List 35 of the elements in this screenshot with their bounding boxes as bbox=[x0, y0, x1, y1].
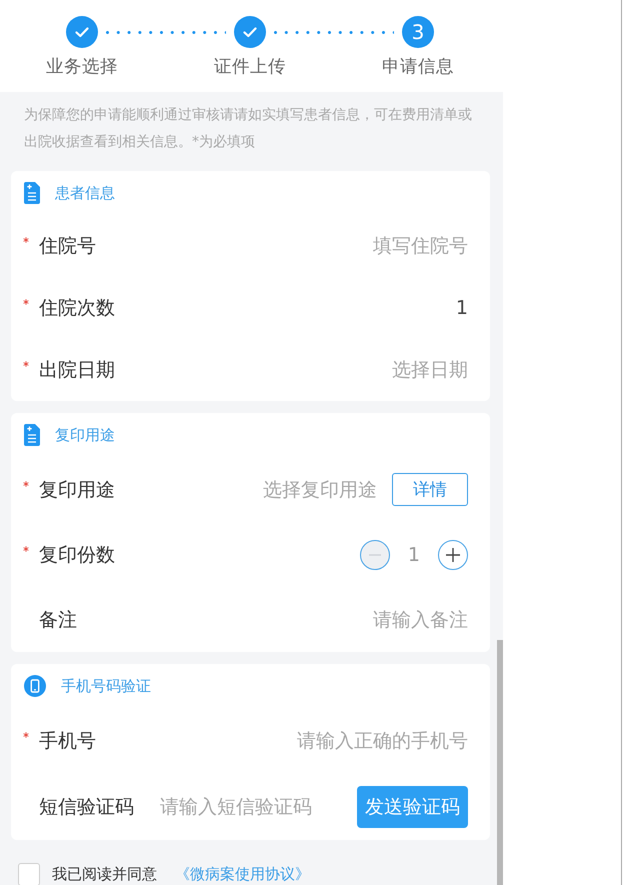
input-field[interactable]: 请输入备注 bbox=[371, 606, 468, 634]
document-icon bbox=[24, 182, 40, 204]
agreement-text: 我已阅读并同意 bbox=[52, 865, 157, 884]
increment-button[interactable] bbox=[438, 540, 468, 570]
agreement-link[interactable]: 《微病案使用协议》 bbox=[175, 865, 310, 884]
section-title: 复印用途 bbox=[55, 426, 115, 444]
section-title: 手机号码验证 bbox=[61, 676, 151, 696]
details-button[interactable]: 详情 bbox=[392, 473, 468, 506]
checkbox[interactable] bbox=[18, 863, 40, 885]
input-field[interactable]: 选择日期 bbox=[390, 356, 468, 384]
send-code-button[interactable]: 发送验证码 bbox=[357, 786, 468, 828]
field-label: 复印用途 bbox=[39, 478, 115, 502]
step-label: 申请信息 bbox=[382, 56, 454, 79]
field-label: 手机号 bbox=[39, 729, 96, 754]
plus-icon bbox=[446, 548, 460, 562]
field-label: 住院次数 bbox=[39, 296, 115, 321]
step-label: 业务选择 bbox=[46, 56, 118, 79]
input-field[interactable]: 1 bbox=[447, 294, 468, 322]
picker-field[interactable]: 选择复印用途 bbox=[261, 476, 377, 504]
field-label: 短信验证码 bbox=[39, 795, 134, 820]
input-field[interactable]: 请输入短信验证码 bbox=[160, 793, 314, 821]
field-label: 复印份数 bbox=[39, 542, 115, 568]
document-icon bbox=[24, 424, 40, 446]
notice-text: 为保障您的申请能顺利通过审核请请如实填写患者信息，可在费用清单或出院收据查看到相关信息。*为必填项 bbox=[23, 106, 473, 152]
phone-icon bbox=[24, 675, 46, 697]
quantity-value: 1 bbox=[408, 544, 420, 566]
section-title: 患者信息 bbox=[55, 184, 115, 202]
field-label: 备注 bbox=[39, 608, 77, 632]
field-label: 住院号 bbox=[39, 234, 96, 259]
input-field[interactable]: 请输入正确的手机号 bbox=[295, 727, 468, 755]
scrollbar-thumb[interactable] bbox=[497, 640, 503, 885]
step-label: 证件上传 bbox=[214, 56, 286, 79]
field-label: 出院日期 bbox=[39, 358, 115, 383]
step-number: 3 bbox=[402, 16, 434, 48]
input-field[interactable]: 填写住院号 bbox=[371, 232, 468, 260]
